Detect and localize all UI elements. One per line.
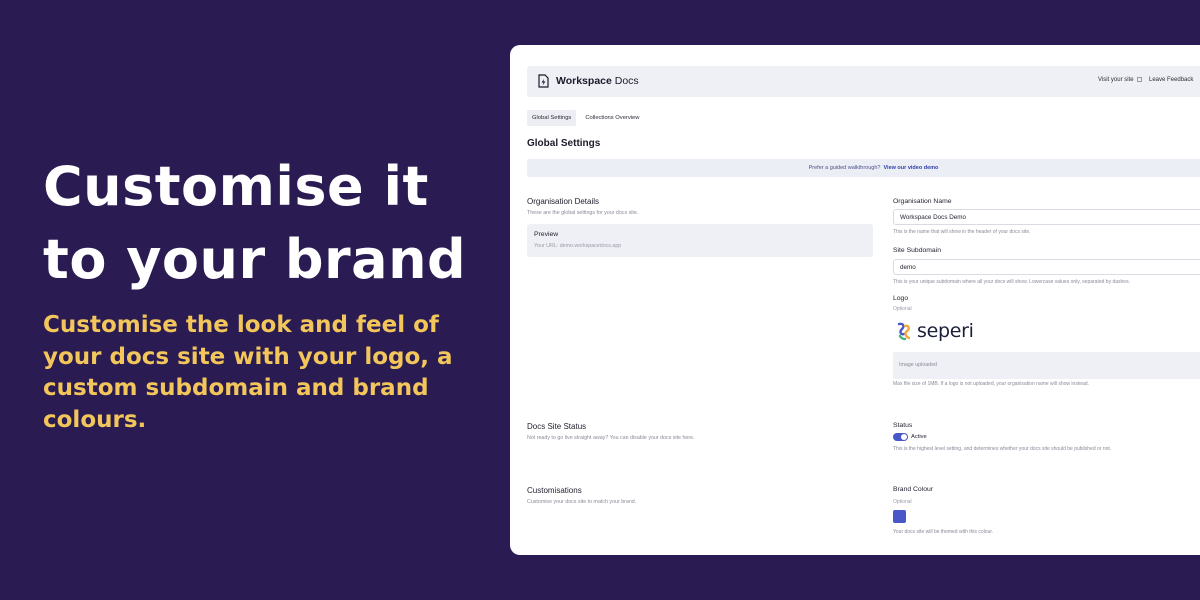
subdomain-input[interactable]: demo: [893, 259, 1200, 275]
brand-colour-swatch[interactable]: [893, 510, 906, 523]
hero-subtitle: Customise the look and feel of your docs…: [43, 312, 453, 433]
site-status-desc: Not ready to go live straight away? You …: [527, 435, 695, 441]
logo-label: Logo: [893, 295, 909, 302]
leave-feedback-link[interactable]: Leave Feedback: [1149, 77, 1193, 83]
upload-status: Image uploaded: [899, 362, 937, 368]
brand-colour-help: Your docs site will be themed with this …: [893, 529, 994, 535]
hero-title: Customise it to your brand: [43, 155, 467, 291]
video-demo-link[interactable]: View our video demo: [883, 165, 938, 171]
org-name-label: Organisation Name: [893, 198, 952, 205]
org-details-desc: These are the global settings for your d…: [527, 210, 639, 216]
app-window: Workspace Docs Visit your site Leave Fee…: [510, 45, 1200, 555]
walkthrough-banner: Prefer a guided walkthrough? View our vi…: [527, 159, 1200, 177]
visit-site-link[interactable]: Visit your site: [1098, 77, 1142, 83]
logo-upload-area[interactable]: Image uploaded: [893, 352, 1200, 379]
tab-global-settings[interactable]: Global Settings: [527, 110, 577, 126]
tab-bar: Global Settings Collections Overview: [527, 110, 644, 126]
preview-url: Your URL: demo.workspacedocs.app: [534, 243, 622, 249]
logo-optional: Optional: [893, 306, 912, 312]
seperi-logo-icon: [897, 322, 911, 340]
brand-colour-label: Brand Colour: [893, 486, 934, 493]
org-details-title: Organisation Details: [527, 197, 600, 206]
subdomain-help: This is your unique subdomain where all …: [893, 279, 1130, 285]
subdomain-label: Site Subdomain: [893, 247, 941, 254]
seperi-logo-text: seperi: [917, 320, 974, 342]
customisations-title: Customisations: [527, 486, 582, 495]
url-preview-box: Preview Your URL: demo.workspacedocs.app: [527, 224, 873, 257]
status-toggle[interactable]: [893, 433, 908, 441]
page-title: Global Settings: [527, 138, 601, 149]
banner-text: Prefer a guided walkthrough?: [808, 165, 881, 171]
org-name-help: This is the name that will show in the h…: [893, 229, 1031, 235]
org-name-input[interactable]: Workspace Docs Demo: [893, 209, 1200, 225]
site-status-title: Docs Site Status: [527, 422, 587, 431]
brand-colour-optional: Optional: [893, 499, 912, 505]
external-link-icon: [1136, 77, 1142, 82]
preview-title: Preview: [534, 231, 559, 238]
status-help: This is the highest level setting, and d…: [893, 446, 1112, 452]
status-toggle-label: Active: [911, 434, 927, 440]
logo-rest-text: Docs: [611, 75, 639, 87]
logo-help: Max file size of 1MB. If a logo is not u…: [893, 381, 1089, 387]
tab-collections-overview[interactable]: Collections Overview: [580, 110, 644, 126]
top-bar: Workspace Docs Visit your site Leave Fee…: [527, 66, 1200, 97]
uploaded-logo: seperi: [897, 320, 974, 342]
doc-lightning-icon: [538, 74, 549, 88]
status-label: Status: [893, 422, 913, 429]
visit-site-label: Visit your site: [1098, 77, 1134, 84]
logo-bold-text: Workspace: [556, 75, 612, 87]
app-logo[interactable]: Workspace Docs: [556, 75, 639, 87]
customisations-desc: Customise your docs site to match your b…: [527, 499, 637, 505]
